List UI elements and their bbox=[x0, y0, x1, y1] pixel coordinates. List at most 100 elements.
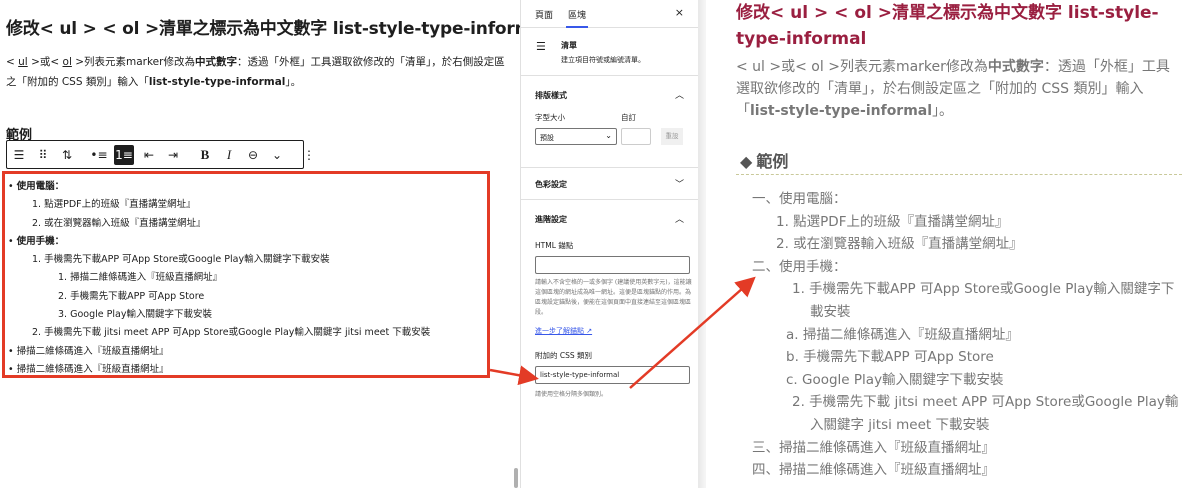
desc-text: >列表元素marker修改為 bbox=[71, 56, 195, 68]
list-item[interactable]: 1. 手機需先下載APP 可App Store或Google Play輸入關鍵字… bbox=[8, 251, 488, 269]
desc-text: >或< bbox=[27, 56, 63, 68]
bold-button[interactable]: B bbox=[193, 141, 217, 168]
chevron-up-icon[interactable]: ︿ bbox=[675, 88, 684, 101]
heading-underline bbox=[736, 174, 1182, 175]
editor-list[interactable]: • 使用電腦： 1. 點選PDF上的班級『直播講堂網址』 2. 或在瀏覽器輸入班級『… bbox=[8, 178, 488, 379]
font-size-value: 預設 bbox=[540, 134, 554, 142]
preview-list-item: 二、使用手機： bbox=[752, 258, 847, 275]
list-marker: 3. bbox=[58, 309, 68, 321]
preview-list-item: 1. 手機需先下載APP 可App Store或Google Play輸入關鍵字… bbox=[792, 281, 1175, 320]
link-icon[interactable]: ⊖ bbox=[241, 141, 265, 168]
list-item[interactable]: 2. 或在瀏覽器輸入班級『直播講堂網址』 bbox=[8, 215, 488, 233]
list-item-text: 掃描二維條碼進入『班級直播網址』 bbox=[70, 272, 223, 284]
preview-desc-class: list-style-type-informal bbox=[750, 103, 933, 119]
preview-list-item: 一、使用電腦： bbox=[752, 191, 847, 207]
list-marker: • bbox=[8, 235, 14, 247]
list-marker: 2. bbox=[32, 327, 42, 339]
list-marker: 1. bbox=[32, 254, 42, 266]
tab-block[interactable]: 區塊 bbox=[565, 8, 589, 28]
block-toolbar: ☰ ⠿ ⇅ •≡ 1≡ ⇤ ⇥ B I ⊖ ⌄ ⋮ bbox=[6, 140, 315, 169]
post-title[interactable]: 修改< ul > < ol >清單之標示為中文數字 list-style-typ… bbox=[6, 14, 549, 39]
preview-list-item: 2. 手機需先下載 jitsi meet APP 可App Store或Goog… bbox=[792, 394, 1179, 433]
custom-label: 自訂 bbox=[621, 113, 636, 122]
learn-more-link[interactable]: 進一步了解錨點 ↗ bbox=[535, 326, 592, 336]
desc-class-name: list-style-type-informal bbox=[148, 76, 286, 88]
unordered-list-icon[interactable]: •≡ bbox=[87, 141, 111, 168]
preview-list-item: c. Google Play輸入關鍵字下載安裝 bbox=[786, 371, 1004, 388]
frontend-preview: 修改< ul > < ol >清單之標示為中文數字 list-style-typ… bbox=[706, 0, 1200, 488]
indent-icon[interactable]: ⇥ bbox=[161, 141, 185, 168]
list-item[interactable]: • 掃描二維條碼進入『班級直播網址』 bbox=[8, 343, 488, 361]
scrollbar[interactable] bbox=[514, 468, 518, 488]
block-name: 清單 bbox=[561, 41, 577, 50]
diamond-icon: ◆ bbox=[740, 152, 753, 171]
font-size-select[interactable]: 預設 ⌄ bbox=[535, 128, 617, 145]
preview-list-item: 1. 點選PDF上的班級『直播講堂網址』 bbox=[776, 213, 1009, 230]
options-icon[interactable]: ⋮ bbox=[297, 141, 321, 168]
list-item[interactable]: 2. 手機需先下載APP 可App Store bbox=[8, 288, 488, 306]
preview-desc-text: 」。 bbox=[932, 103, 954, 119]
preview-description: < ul >或< ol >列表元素marker修改為中式數字：透過「外框」工具選… bbox=[736, 56, 1182, 122]
list-item[interactable]: • 使用電腦： bbox=[8, 178, 488, 196]
italic-button[interactable]: I bbox=[217, 141, 241, 168]
list-icon: ☰ bbox=[536, 40, 546, 53]
settings-sidebar: 頁面 區塊 × ☰ 清單 建立項目符號或編號清單。 排版樣式 ︿ 字型大小 自訂… bbox=[520, 0, 700, 488]
custom-size-input[interactable] bbox=[621, 128, 651, 145]
html-anchor-help: 請輸入不含空格的一或多個字 (建議使用英數字元)，這能讓這個區塊的網址成為唯一網… bbox=[535, 279, 692, 316]
list-item[interactable]: 2. 手機需先下載 jitsi meet APP 可App Store或Goog… bbox=[8, 324, 488, 342]
tab-page[interactable]: 頁面 bbox=[535, 8, 553, 21]
css-class-input[interactable]: list-style-type-informal bbox=[535, 366, 690, 384]
list-item-text: 掃描二維條碼進入『班級直播網址』 bbox=[16, 345, 169, 357]
html-anchor-input[interactable] bbox=[535, 256, 690, 274]
list-marker: 2. bbox=[32, 217, 42, 229]
list-icon[interactable]: ☰ bbox=[7, 141, 31, 168]
desc-ol: ol bbox=[62, 56, 72, 68]
list-item-text: 或在瀏覽器輸入班級『直播講堂網址』 bbox=[44, 217, 206, 229]
list-item[interactable]: • 使用手機： bbox=[8, 233, 488, 251]
list-marker: 1. bbox=[58, 272, 68, 284]
sidebar-tabs: 頁面 區塊 × bbox=[521, 0, 700, 28]
advanced-title[interactable]: 進階設定 bbox=[535, 214, 567, 225]
chevron-down-icon: ⌄ bbox=[605, 131, 612, 140]
list-item-text: 掃描二維條碼進入『班級直播網址』 bbox=[16, 363, 169, 375]
description-paragraph[interactable]: < ul >或< ol >列表元素marker修改為中式數字：透過「外框」工具選… bbox=[6, 52, 506, 92]
list-item[interactable]: 1. 點選PDF上的班級『直播講堂網址』 bbox=[8, 196, 488, 214]
list-item-text: 手機需先下載APP 可App Store或Google Play輸入關鍵字下載安… bbox=[44, 254, 330, 266]
list-item-text: 使用手機： bbox=[16, 235, 65, 247]
list-item[interactable]: • 掃描二維條碼進入『班級直播網址』 bbox=[8, 361, 488, 379]
preview-list-item: 四、掃描二維條碼進入『班級直播網址』 bbox=[752, 462, 995, 479]
list-marker: • bbox=[8, 181, 14, 192]
preview-list-item: 三、掃描二維條碼進入『班級直播網址』 bbox=[752, 439, 995, 456]
block-editor: 修改< ul > < ol >清單之標示為中文數字 list-style-typ… bbox=[0, 0, 549, 488]
preview-heading: ◆ 範例 bbox=[740, 148, 788, 172]
chevron-up-icon[interactable]: ︿ bbox=[675, 212, 684, 225]
chevron-down-icon[interactable]: ﹀ bbox=[675, 177, 684, 190]
css-class-label: 附加的 CSS 類別 bbox=[535, 351, 593, 360]
font-size-label: 字型大小 bbox=[535, 113, 565, 122]
ordered-list-icon[interactable]: 1≡ bbox=[114, 144, 134, 165]
desc-text: 」。 bbox=[285, 76, 302, 88]
list-item[interactable]: 1. 掃描二維條碼進入『班級直播網址』 bbox=[8, 269, 488, 287]
preview-list-item: b. 手機需先下載APP 可App Store bbox=[786, 349, 994, 366]
list-marker: • bbox=[8, 345, 14, 357]
list-item[interactable]: 3. Google Play輸入關鍵字下載安裝 bbox=[8, 306, 488, 324]
close-icon[interactable]: × bbox=[675, 6, 684, 19]
chevron-down-icon[interactable]: ⌄ bbox=[265, 141, 289, 168]
preview-heading-text: 範例 bbox=[756, 152, 789, 171]
list-item-text: 手機需先下載APP 可App Store bbox=[70, 290, 205, 302]
typography-title[interactable]: 排版樣式 bbox=[535, 90, 567, 101]
drag-icon[interactable]: ⠿ bbox=[31, 141, 55, 168]
move-icon[interactable]: ⇅ bbox=[55, 141, 79, 168]
preview-list: 一、使用電腦： 1. 點選PDF上的班級『直播講堂網址』 2. 或在瀏覽器輸入班級『… bbox=[752, 188, 1182, 482]
block-description: 建立項目符號或編號清單。 bbox=[561, 56, 645, 64]
panel-divider bbox=[698, 0, 706, 488]
reset-button[interactable]: 重設 bbox=[661, 128, 683, 145]
preview-desc-bold: 中式數字 bbox=[987, 59, 1044, 75]
color-title[interactable]: 色彩設定 bbox=[535, 179, 567, 190]
css-class-help: 請使用空格分隔多個類別。 bbox=[535, 391, 608, 398]
color-panel: 色彩設定 ﹀ bbox=[521, 168, 700, 200]
preview-title: 修改< ul > < ol >清單之標示為中文數字 list-style-typ… bbox=[736, 3, 1159, 49]
list-item-text: Google Play輸入關鍵字下載安裝 bbox=[70, 309, 212, 321]
list-item-text: 點選PDF上的班級『直播講堂網址』 bbox=[44, 199, 196, 211]
outdent-icon[interactable]: ⇤ bbox=[137, 141, 161, 168]
